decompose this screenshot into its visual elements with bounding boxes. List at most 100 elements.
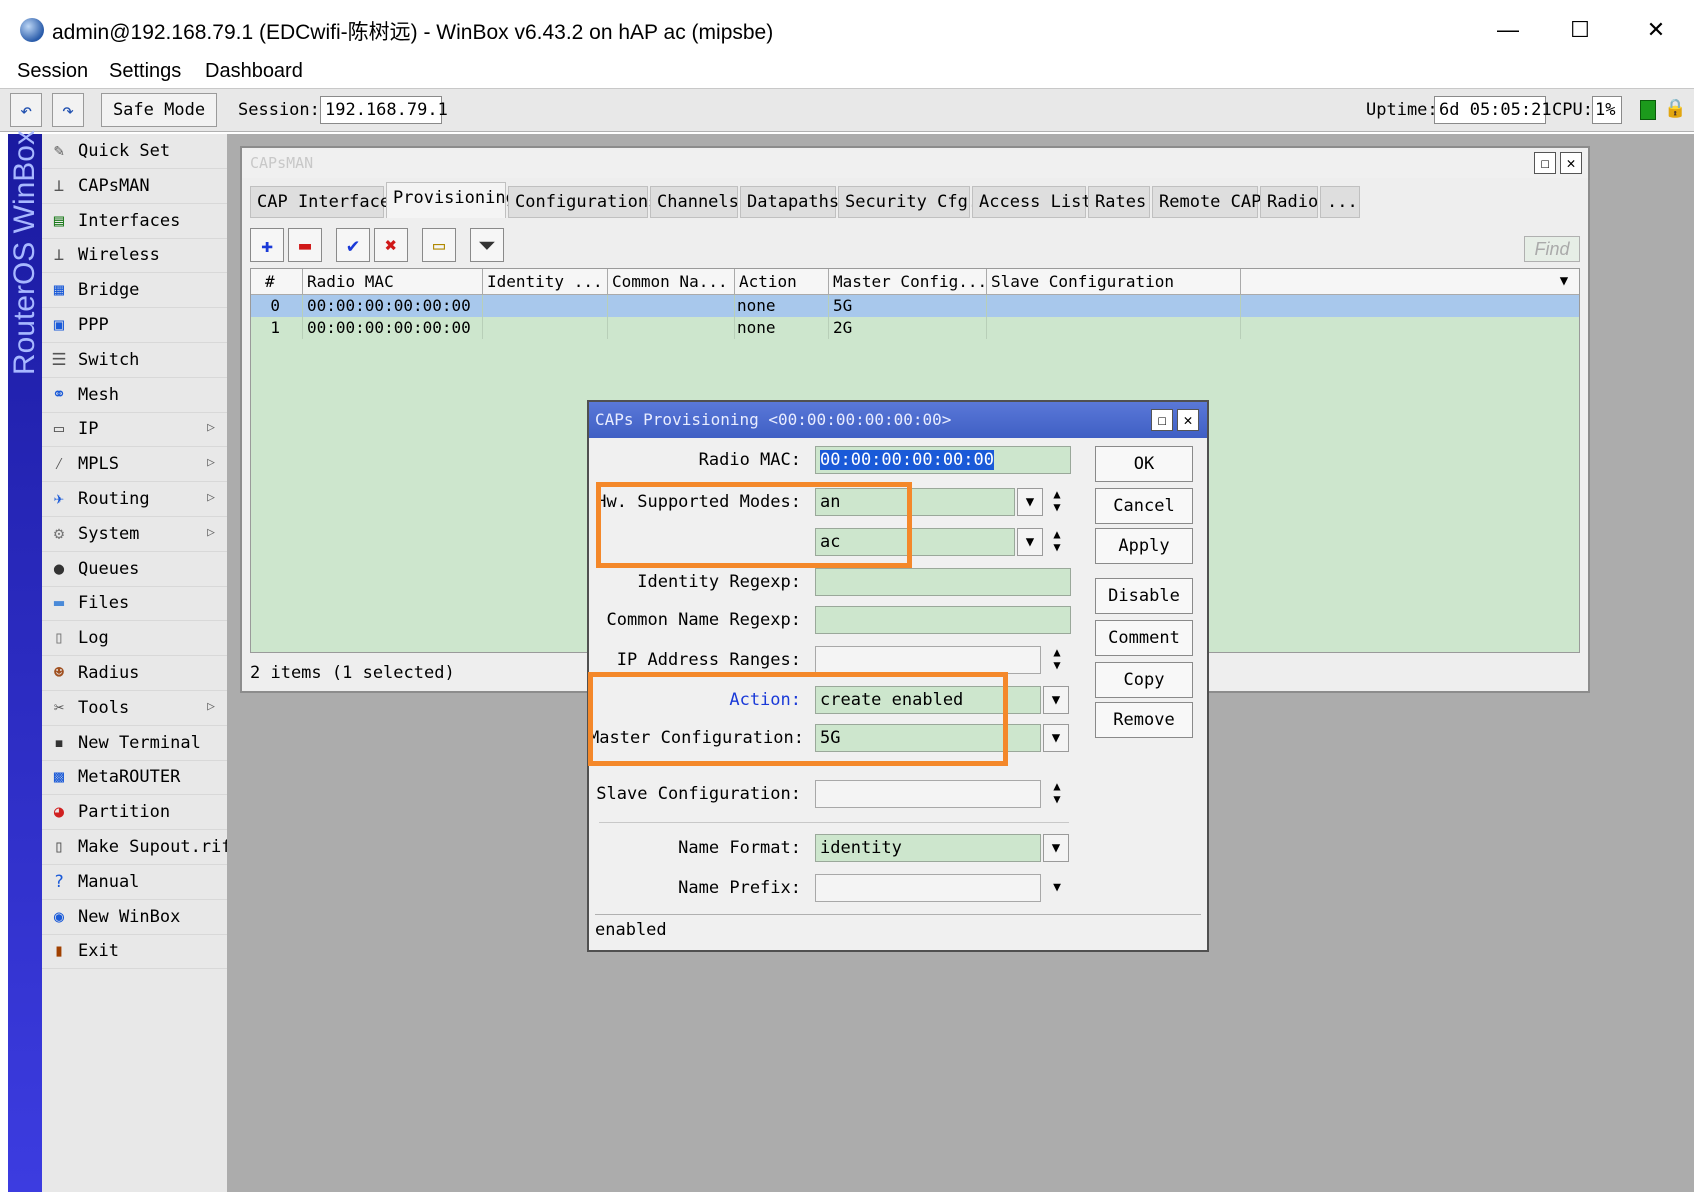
sidebar-item-new-winbox[interactable]: ◉ New WinBox (42, 900, 227, 935)
dialog-maximize-button[interactable]: ☐ (1151, 409, 1173, 431)
sidebar-item-switch[interactable]: ☰ Switch (42, 343, 227, 378)
slave-config-label: Slave Configuration: (596, 784, 801, 804)
tab-cap-interface[interactable]: CAP Interface (250, 186, 390, 218)
column-header-action[interactable]: Action (735, 269, 829, 294)
action-dropdown-icon[interactable]: ▼ (1043, 686, 1069, 714)
ip-ranges-label: IP Address Ranges: (616, 650, 801, 670)
sidebar-item-tools[interactable]: ✂ Tools ▷ (42, 691, 227, 726)
slave-config-field[interactable] (815, 780, 1041, 808)
column-header-common-name[interactable]: Common Na... (608, 269, 735, 294)
undo-icon[interactable]: ↶ (10, 93, 42, 127)
sidebar-item-ppp[interactable]: ▣ PPP (42, 308, 227, 343)
name-prefix-dropdown-icon[interactable]: ▼ (1047, 874, 1067, 902)
sidebar-item-mesh[interactable]: ⚭ Mesh (42, 378, 227, 413)
radio-mac-field[interactable]: 00:00:00:00:00:00 (815, 446, 1071, 474)
menu-session[interactable]: Session (17, 56, 88, 86)
close-button[interactable]: ✕ (1626, 12, 1686, 48)
ip-ranges-field[interactable] (815, 646, 1041, 674)
sidebar-item-new-terminal[interactable]: ▪ New Terminal (42, 726, 227, 761)
menu-dashboard[interactable]: Dashboard (205, 56, 303, 86)
sidebar-item-files[interactable]: ▬ Files (42, 586, 227, 622)
redo-icon[interactable]: ↷ (52, 93, 84, 127)
identity-regexp-field[interactable] (815, 568, 1071, 596)
column-header-master-config[interactable]: Master Config... (829, 269, 987, 294)
sidebar-item-interfaces[interactable]: ▤ Interfaces (42, 204, 227, 239)
cancel-button[interactable]: Cancel (1095, 488, 1193, 524)
filter-icon[interactable]: ⏷ (470, 228, 504, 262)
hw-mode-1-dropdown-icon[interactable]: ▼ (1017, 488, 1043, 516)
column-header-num[interactable]: # (251, 269, 303, 294)
remove-icon[interactable]: ▬ (288, 228, 322, 262)
comment-icon[interactable]: ▭ (422, 228, 456, 262)
sidebar-item-wireless[interactable]: ⊥ Wireless (42, 238, 227, 274)
name-format-field[interactable]: identity (815, 834, 1041, 862)
disable-icon[interactable]: ✖ (374, 228, 408, 262)
sidebar-item-metarouter[interactable]: ▩ MetaROUTER (42, 760, 227, 796)
name-prefix-field[interactable] (815, 874, 1041, 902)
sidebar-item-manual[interactable]: ? Manual (42, 865, 227, 900)
column-chooser-icon[interactable]: ▼ (1551, 269, 1577, 294)
cell-common-name (608, 317, 735, 339)
enable-icon[interactable]: ✔ (336, 228, 370, 262)
copy-button[interactable]: Copy (1095, 662, 1193, 698)
tab-channels[interactable]: Channels (650, 186, 739, 218)
comment-button[interactable]: Comment (1095, 620, 1193, 656)
sidebar-item-routing[interactable]: ✈ Routing ▷ (42, 482, 227, 517)
sidebar-icon-interfaces-icon: ▤ (53, 210, 65, 231)
column-header-identity[interactable]: Identity ... (483, 269, 608, 294)
tab-datapaths[interactable]: Datapaths (740, 186, 839, 218)
tab-access-list[interactable]: Access List (972, 186, 1092, 218)
sidebar-item-make-supout-rif[interactable]: ▯ Make Supout.rif (42, 830, 232, 865)
tab-rates[interactable]: Rates (1088, 186, 1150, 218)
dialog-close-button[interactable]: ✕ (1177, 409, 1199, 431)
tab-radio[interactable]: Radio (1260, 186, 1318, 218)
column-header-slave-config[interactable]: Slave Configuration (987, 269, 1241, 294)
tab-remote-cap[interactable]: Remote CAP (1152, 186, 1261, 218)
apply-button[interactable]: Apply (1095, 528, 1193, 564)
hw-mode-2-dropdown-icon[interactable]: ▼ (1017, 528, 1043, 556)
sidebar-item-ip[interactable]: ▭ IP ▷ (42, 412, 227, 448)
tab-[interactable]: ... (1320, 186, 1360, 218)
sidebar-item-quick-set[interactable]: ✎ Quick Set (42, 134, 227, 169)
sidebar-item-queues[interactable]: ● Queues (42, 552, 227, 587)
lock-icon[interactable]: 🔒 (1664, 98, 1686, 120)
disable-button[interactable]: Disable (1095, 578, 1193, 614)
sidebar-item-bridge[interactable]: ▦ Bridge (42, 273, 227, 309)
maximize-button[interactable]: ☐ (1550, 12, 1610, 48)
find-button[interactable]: Find (1524, 236, 1580, 262)
sidebar-icon-quick-set-icon: ✎ (53, 141, 65, 161)
sidebar-item-label: Switch (78, 349, 140, 370)
capsman-maximize-button[interactable]: ☐ (1534, 152, 1556, 174)
table-row[interactable]: 0 00:00:00:00:00:00 none 5G (251, 295, 1579, 317)
ip-ranges-updown-icon[interactable]: ▲ ▼ (1047, 646, 1067, 674)
name-format-dropdown-icon[interactable]: ▼ (1043, 834, 1069, 862)
sidebar-item-exit[interactable]: ▮ Exit (42, 934, 227, 970)
column-header-radio-mac[interactable]: Radio MAC (303, 269, 483, 294)
common-name-regexp-field[interactable] (815, 606, 1071, 634)
sidebar-item-label: Manual (78, 871, 140, 892)
minimize-button[interactable]: — (1478, 12, 1538, 48)
capsman-close-button[interactable]: ✕ (1560, 152, 1582, 174)
safe-mode-button[interactable]: Safe Mode (101, 93, 217, 127)
table-row[interactable]: 1 00:00:00:00:00:00 none 2G (251, 317, 1579, 339)
remove-button[interactable]: Remove (1095, 702, 1193, 738)
sidebar-item-mpls[interactable]: ⁄ MPLS ▷ (42, 447, 227, 483)
hw-mode-2-updown-icon[interactable]: ▲ ▼ (1047, 528, 1067, 556)
sidebar-item-radius[interactable]: ☻ Radius (42, 656, 227, 691)
sidebar-item-log[interactable]: ▯ Log (42, 621, 227, 657)
uptime-label: Uptime: (1366, 100, 1438, 120)
sidebar-item-partition[interactable]: ◕ Partition (42, 795, 227, 831)
sidebar-item-system[interactable]: ⚙ System ▷ (42, 517, 227, 552)
tab-security-cfg[interactable]: Security Cfg. (838, 186, 978, 218)
slave-config-updown-icon[interactable]: ▲ ▼ (1047, 780, 1067, 808)
sidebar-item-capsman[interactable]: ⊥ CAPsMAN (42, 169, 227, 204)
sidebar-item-label: PPP (78, 315, 109, 335)
sidebar-item-label: Interfaces (78, 210, 181, 231)
ok-button[interactable]: OK (1095, 446, 1193, 482)
master-config-dropdown-icon[interactable]: ▼ (1043, 724, 1069, 752)
tab-provisioning[interactable]: Provisioning (386, 182, 516, 218)
tab-configurations[interactable]: Configurations (508, 186, 658, 218)
add-icon[interactable]: ✚ (250, 228, 284, 262)
menu-settings[interactable]: Settings (109, 56, 181, 86)
hw-mode-1-updown-icon[interactable]: ▲ ▼ (1047, 488, 1067, 516)
